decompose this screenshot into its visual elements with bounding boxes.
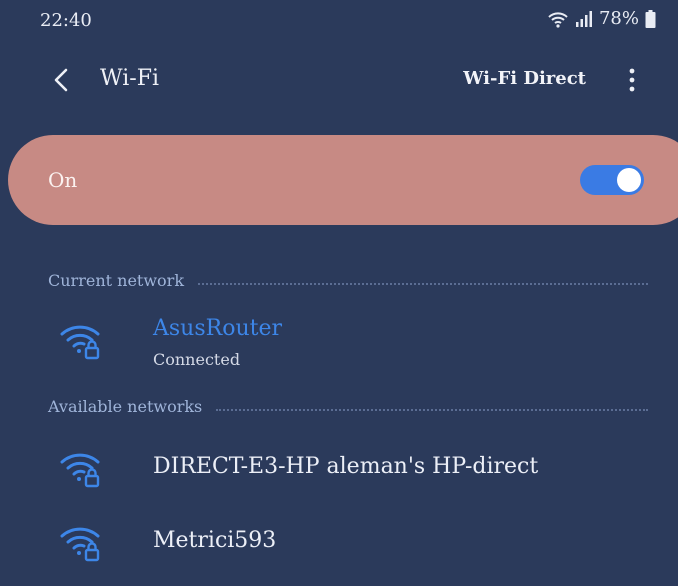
back-button[interactable]	[48, 64, 74, 96]
status-icons: 78%	[547, 8, 656, 29]
cell-signal-icon	[575, 10, 593, 27]
network-row-0[interactable]: DIRECT-E3-HP aleman's HP-direct	[0, 438, 678, 498]
network-name: Metrici593	[153, 528, 277, 553]
section-divider	[198, 283, 648, 285]
current-network-status: Connected	[153, 350, 241, 369]
wifi-lock-icon	[60, 325, 100, 360]
status-bar: 22:40 78%	[0, 0, 678, 44]
battery-text: 78%	[598, 8, 639, 29]
wifi-toggle-label: On	[48, 168, 78, 192]
wifi-settings-screen: 22:40 78% Wi-Fi Wi-Fi Direct On Current …	[0, 0, 678, 586]
wifi-toggle-switch[interactable]	[580, 165, 644, 195]
more-options-button[interactable]	[622, 64, 642, 96]
current-network-row[interactable]: AsusRouter Connected	[0, 312, 678, 372]
more-vertical-icon	[629, 68, 635, 92]
page-title: Wi-Fi	[100, 66, 159, 91]
available-networks-title: Available networks	[48, 397, 203, 416]
available-networks-header: Available networks	[48, 397, 648, 421]
wifi-lock-icon	[60, 453, 100, 488]
wifi-toggle-banner[interactable]: On	[8, 135, 678, 225]
network-name: DIRECT-E3-HP aleman's HP-direct	[153, 454, 539, 479]
current-network-name: AsusRouter	[153, 316, 282, 341]
network-row-1[interactable]: Metrici593	[0, 512, 678, 572]
section-divider	[216, 409, 648, 411]
wifi-signal-icon	[547, 10, 569, 28]
wifi-direct-button[interactable]: Wi-Fi Direct	[463, 68, 586, 89]
current-network-title: Current network	[48, 271, 185, 290]
back-chevron-icon	[54, 68, 68, 92]
toggle-knob	[617, 168, 641, 192]
wifi-lock-icon	[60, 527, 100, 562]
status-time: 22:40	[40, 10, 92, 31]
battery-icon	[645, 9, 656, 28]
app-header: Wi-Fi Wi-Fi Direct	[0, 56, 678, 104]
current-network-header: Current network	[48, 271, 648, 295]
